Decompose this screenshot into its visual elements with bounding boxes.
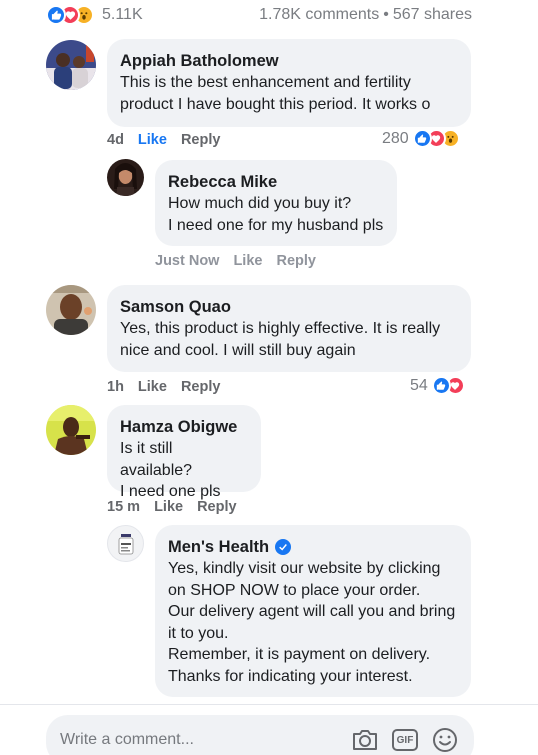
divider bbox=[0, 704, 538, 705]
emoji-icon[interactable] bbox=[430, 725, 460, 755]
like-button[interactable]: Like bbox=[154, 499, 183, 515]
gif-icon[interactable]: GIF bbox=[390, 725, 420, 755]
reactions-summary[interactable]: 5.11K bbox=[46, 5, 143, 25]
reply-button[interactable]: Reply bbox=[181, 132, 221, 148]
reaction-count: 5.11K bbox=[102, 6, 143, 23]
avatar[interactable] bbox=[46, 405, 96, 455]
like-reaction-icon bbox=[46, 5, 66, 25]
comment-timestamp[interactable]: 1h bbox=[107, 379, 124, 395]
like-button[interactable]: Like bbox=[138, 132, 167, 148]
reply-button[interactable]: Reply bbox=[276, 253, 316, 269]
comment-author-row: Men's Health bbox=[168, 536, 458, 558]
comment-text: Yes, kindly visit our website by clickin… bbox=[168, 560, 456, 685]
avatar[interactable] bbox=[46, 40, 96, 90]
comment-reaction-count: 54 bbox=[410, 376, 428, 394]
comment-author[interactable]: Samson Quao bbox=[120, 296, 458, 318]
avatar[interactable] bbox=[107, 159, 144, 196]
comment-actions: 15 m Like Reply bbox=[107, 499, 237, 515]
separator-dot: • bbox=[383, 6, 389, 23]
avatar[interactable] bbox=[46, 285, 96, 335]
comment-actions: 4d Like Reply bbox=[107, 132, 220, 148]
comment-text: How much did you buy it? I need one for … bbox=[168, 195, 384, 234]
comment-bubble[interactable]: Hamza Obigwe Is it still available? I ne… bbox=[107, 405, 261, 500]
comment-timestamp[interactable]: Just Now bbox=[155, 253, 219, 269]
verified-badge-icon bbox=[275, 539, 292, 555]
page-avatar[interactable] bbox=[107, 525, 144, 562]
comment-input[interactable] bbox=[60, 731, 350, 749]
comment-reaction-icons bbox=[412, 129, 460, 148]
comment-author[interactable]: Hamza Obigwe bbox=[120, 416, 248, 438]
comments-shares-summary[interactable]: 1.78K comments • 567 shares bbox=[259, 6, 472, 24]
comment-author[interactable]: Appiah Batholomew bbox=[120, 50, 458, 72]
comment-text: Is it still available? I need one pls bbox=[120, 440, 221, 500]
comment-actions: 1h Like Reply bbox=[107, 379, 220, 395]
comment-reaction-icons bbox=[431, 376, 465, 395]
comment-timestamp[interactable]: 15 m bbox=[107, 499, 140, 515]
comment-bubble[interactable]: Samson Quao Yes, this product is highly … bbox=[107, 285, 471, 372]
comment-actions: Just Now Like Reply bbox=[155, 253, 316, 269]
comment-text: This is the best enhancement and fertili… bbox=[120, 74, 431, 113]
reply-button[interactable]: Reply bbox=[181, 379, 221, 395]
post-stats-bar: 5.11K 1.78K comments • 567 shares bbox=[46, 4, 472, 26]
comment-text: Yes, this product is highly effective. I… bbox=[120, 320, 441, 359]
composer-actions: GIF bbox=[350, 725, 460, 755]
comment-bubble[interactable]: Appiah Batholomew This is the best enhan… bbox=[107, 39, 471, 127]
comment-reaction-count: 280 bbox=[382, 129, 409, 147]
comment-author[interactable]: Rebecca Mike bbox=[168, 171, 384, 193]
reply-button[interactable]: Reply bbox=[197, 499, 237, 515]
comment-reactions[interactable]: 280 bbox=[382, 129, 460, 148]
comment-bubble[interactable]: Men's Health Yes, kindly visit our websi… bbox=[155, 525, 471, 697]
like-reaction-icon bbox=[431, 376, 451, 395]
like-button[interactable]: Like bbox=[233, 253, 262, 269]
like-reaction-icon bbox=[412, 129, 432, 148]
comment-timestamp[interactable]: 4d bbox=[107, 132, 124, 148]
reaction-icons bbox=[46, 5, 94, 25]
shares-count[interactable]: 567 shares bbox=[393, 6, 472, 23]
comment-bubble[interactable]: Rebecca Mike How much did you buy it? I … bbox=[155, 160, 397, 246]
camera-icon[interactable] bbox=[350, 725, 380, 755]
comment-author[interactable]: Men's Health bbox=[168, 536, 269, 558]
comment-composer: GIF bbox=[46, 715, 474, 755]
like-button[interactable]: Like bbox=[138, 379, 167, 395]
comments-count[interactable]: 1.78K comments bbox=[259, 6, 379, 23]
comment-reactions[interactable]: 54 bbox=[410, 376, 465, 395]
